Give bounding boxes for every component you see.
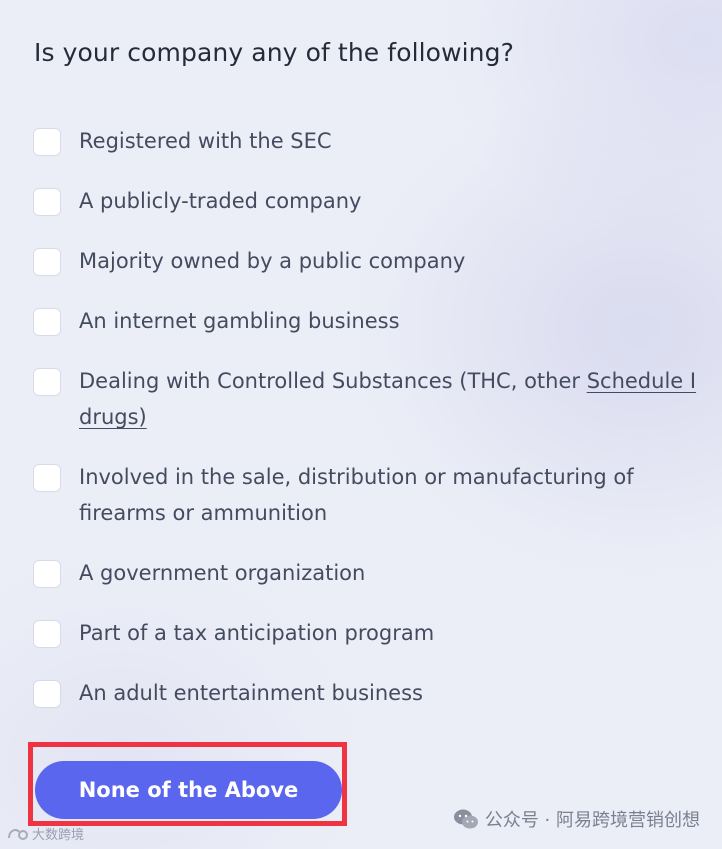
- checkbox[interactable]: [34, 189, 60, 215]
- checkbox[interactable]: [34, 681, 60, 707]
- question-heading: Is your company any of the following?: [34, 38, 514, 67]
- watermark-right-text: 公众号 · 阿易跨境营销创想: [484, 810, 700, 831]
- checkbox[interactable]: [34, 465, 60, 491]
- checkbox[interactable]: [34, 369, 60, 395]
- checkbox[interactable]: [34, 561, 60, 587]
- option-label: A publicly-traded company: [79, 189, 362, 213]
- option-label: Part of a tax anticipation program: [79, 621, 435, 645]
- brand-logo-icon: [8, 828, 28, 840]
- option-label: Registered with the SEC: [79, 129, 332, 153]
- watermark-right: 公众号 · 阿易跨境营销创想: [453, 806, 700, 832]
- watermark-left-text: 大数跨境: [32, 828, 85, 843]
- checkbox[interactable]: [34, 621, 60, 647]
- option-label-prefix: Dealing with Controlled Substances (THC,…: [79, 369, 587, 393]
- option-label: A government organization: [79, 561, 366, 585]
- watermark-left: 大数跨境: [6, 824, 84, 843]
- option-label: Involved in the sale, distribution or ma…: [79, 465, 634, 525]
- option-label: An internet gambling business: [79, 309, 400, 333]
- form-page: Is your company any of the following? Re…: [0, 0, 722, 849]
- checkbox[interactable]: [34, 249, 60, 275]
- checkbox[interactable]: [34, 309, 60, 335]
- none-of-the-above-button[interactable]: None of the Above: [35, 761, 342, 819]
- wechat-icon: [453, 809, 478, 829]
- option-label: An adult entertainment business: [79, 681, 423, 705]
- checkbox[interactable]: [34, 129, 60, 155]
- option-label: Majority owned by a public company: [79, 249, 466, 273]
- option-label: Dealing with Controlled Substances (THC,…: [79, 363, 707, 435]
